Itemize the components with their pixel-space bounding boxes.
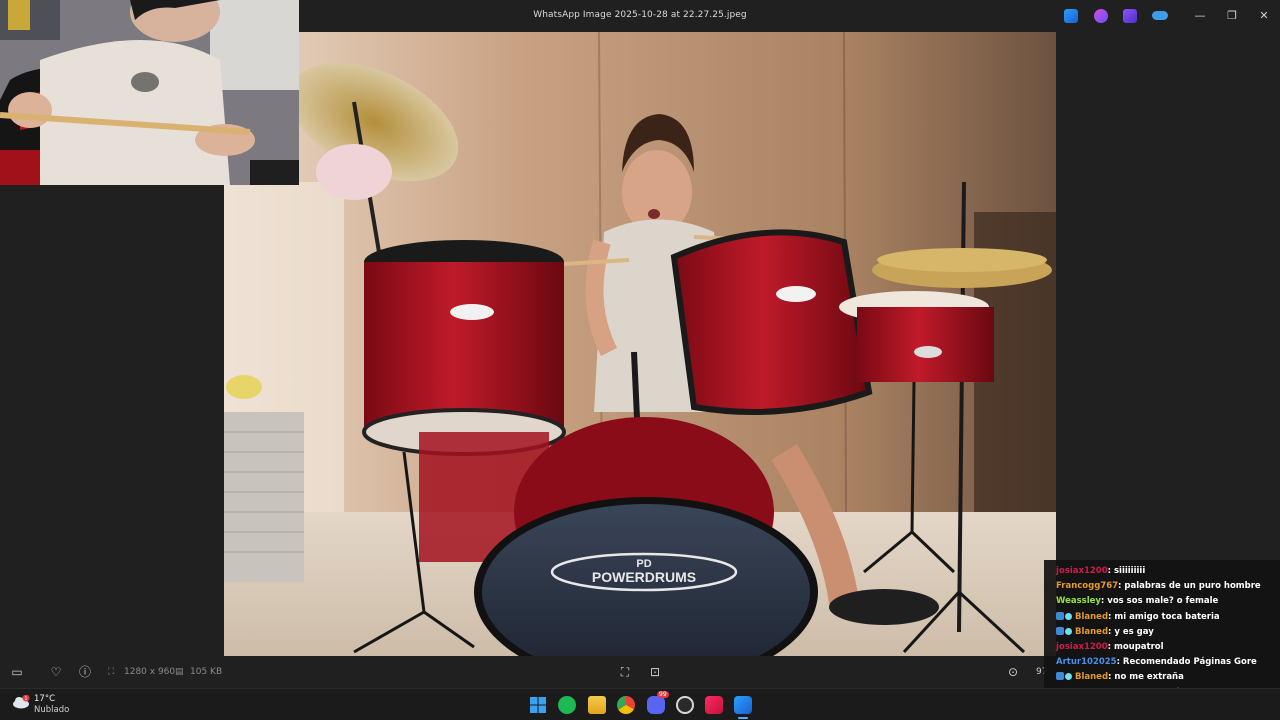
moderator-badge-icon [1065,612,1072,620]
onedrive-icon[interactable] [1152,11,1168,20]
chat-text: : moupatrol [1107,641,1164,652]
taskbar: 1 17°C Nublado 99 [0,688,1280,720]
close-button[interactable]: ✕ [1254,6,1274,26]
chat-message: Blaned: no me extraña [1044,670,1280,685]
cloud-weather-icon[interactable]: 1 [12,695,30,709]
start-icon[interactable] [529,696,547,714]
chat-message: Blaned: y es gay [1044,625,1280,640]
obs-icon[interactable] [676,696,694,714]
chat-text: : mi amigo toca bateria [1108,611,1220,622]
photos-icon[interactable] [1064,9,1078,23]
chat-username[interactable]: josiax1200 [1056,642,1108,652]
file-size: 105 KB [190,667,223,677]
chat-username[interactable]: josiax1200 [1056,566,1108,576]
fit-to-window-icon[interactable]: ⛶ [618,665,632,679]
chat-message: Blaned: mi amigo toca bateria [1044,610,1280,625]
chat-message: Weassley: vos sos male? o female [1044,594,1280,609]
photos-icon[interactable] [734,696,752,719]
chat-username[interactable]: Francogg767 [1056,581,1118,591]
discord-badge: 99 [657,691,669,698]
filmstrip-icon[interactable]: ▭ [10,665,24,679]
webcam-overlay: LO [0,0,299,185]
subscriber-badge-icon [1056,626,1064,635]
favorite-heart-icon[interactable]: ♡ [49,665,63,679]
info-icon[interactable]: ⓘ [78,665,92,679]
moderator-badge-icon [1065,673,1072,681]
chat-text: : vos sos male? o female [1100,596,1219,607]
chat-text: : palabras de un puro hombre [1118,581,1261,592]
copilot-icon[interactable] [1094,9,1108,23]
chat-text: : siiiiiiiii [1107,566,1146,576]
moderator-badge-icon [1065,627,1072,635]
image-dimensions-icon: ⛶ [108,667,115,677]
chat-username[interactable]: Blaned [1075,672,1108,682]
weather-badge: 1 [24,696,27,702]
chat-text: : no me extraña [1108,672,1184,683]
file-size-icon: ▤ [175,667,184,677]
chat-username[interactable]: Artur102025 [1056,657,1117,667]
bass-drum-logo: POWERDRUMS [592,569,696,585]
subscriber-badge-icon [1056,611,1064,620]
chat-message: josiax1200: siiiiiiiii [1044,564,1280,579]
chat-text: : y es gay [1108,626,1154,637]
chat-text: : Recomendado Páginas Gore [1116,657,1257,668]
chat-username[interactable]: Blaned [1075,612,1108,622]
chat-message: Artur102025: Recomendado Páginas Gore [1044,655,1280,670]
active-indicator [738,717,748,719]
photo-viewer-image[interactable]: PD POWERDRUMS [224,32,1056,656]
image-dimensions: 1280 x 960 [124,667,176,677]
subscriber-badge-icon [1056,672,1064,681]
discord-icon[interactable]: 99 [647,691,669,714]
tiktok-icon[interactable] [705,696,723,714]
camera-icon[interactable]: ⊙ [1006,665,1020,679]
chrome-icon[interactable] [617,696,635,714]
chat-message: josiax1200: moupatrol [1044,640,1280,655]
file-explorer-icon[interactable] [588,696,606,714]
photos-app-window: WhatsApp Image 2025-10-28 at 22.27.25.jp… [0,0,1280,720]
actual-size-icon[interactable]: ⊡ [648,665,662,679]
minimize-button[interactable]: — [1190,6,1210,26]
clipchamp-icon[interactable] [1123,9,1137,23]
chat-username[interactable]: Weassley [1056,596,1101,606]
weather-temperature[interactable]: 17°C [34,694,55,704]
chat-username[interactable]: Blaned [1075,627,1108,637]
weather-description[interactable]: Nublado [34,705,69,715]
spotify-icon[interactable] [558,696,576,714]
chat-message: Francogg767: palabras de un puro hombre [1044,579,1280,594]
maximize-button[interactable]: ❐ [1222,6,1242,26]
